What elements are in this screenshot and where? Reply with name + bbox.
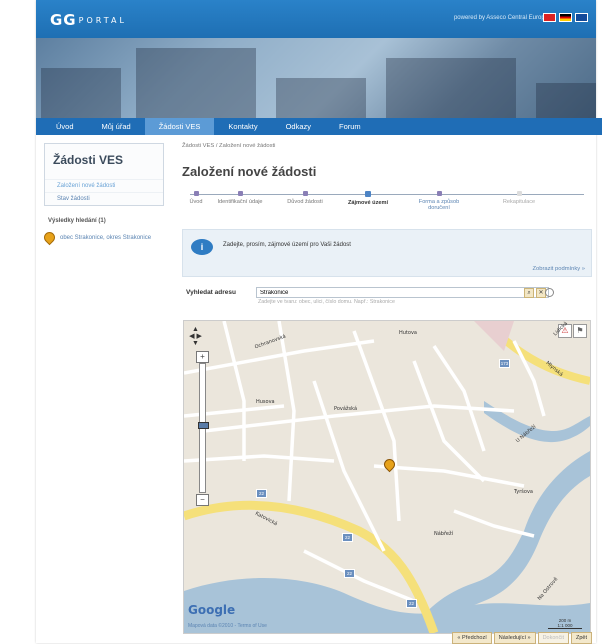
nav-kontakty[interactable]: Kontakty: [214, 118, 271, 135]
nav-uvod[interactable]: Úvod: [42, 118, 88, 135]
sidebar-item-request-status[interactable]: Stav žádosti: [45, 192, 163, 205]
header-banner: [36, 38, 596, 118]
step-forma-doruceni[interactable]: Forma a způsob doručení: [414, 191, 464, 211]
sidebar: Žádosti VES Založení nové žádosti Stav ž…: [41, 143, 164, 246]
address-search-input[interactable]: [256, 287, 549, 298]
logo-text: GG: [50, 11, 77, 29]
next-button[interactable]: Následující »: [493, 632, 536, 644]
google-logo[interactable]: Google: [188, 603, 235, 617]
address-search: Vyhledat adresu ⌕ ✕ Zadejte ve tvaru: ob…: [182, 287, 592, 317]
nav-muj-urad[interactable]: Můj úřad: [88, 118, 145, 135]
powered-by: powered by Asseco Central Europe: [453, 15, 548, 21]
logo-suffix: PORTAL: [78, 16, 127, 25]
search-results-title: Výsledky hledání (1): [48, 218, 106, 224]
nav-forum[interactable]: Forum: [325, 118, 375, 135]
step-uvod[interactable]: Úvod: [171, 191, 221, 205]
road-shield: 173: [499, 359, 510, 368]
page: GG PORTAL powered by Asseco Central Europ…: [36, 0, 602, 644]
pan-up-icon[interactable]: ▲: [187, 326, 204, 333]
zoom-slider-handle[interactable]: [198, 422, 209, 429]
main-nav: Úvod Můj úřad Žádosti VES Kontakty Odkaz…: [36, 118, 602, 135]
map-view[interactable]: ▲ ◀ ▶ ▼ + − ⚠ ⚑ Ochranovská Hutova Husov…: [183, 320, 591, 634]
map-canvas: [184, 321, 590, 633]
pan-down-icon[interactable]: ▼: [187, 340, 204, 347]
map-pan-control[interactable]: ▲ ◀ ▶ ▼: [187, 326, 204, 347]
street-label: Tyršova: [514, 489, 533, 495]
map-layer-icon[interactable]: ⚑: [573, 324, 587, 338]
street-label: Husova: [256, 399, 275, 405]
step-dot-icon: [302, 191, 308, 196]
nav-odkazy[interactable]: Odkazy: [272, 118, 325, 135]
map-copyright[interactable]: Mapová data ©2010 - Terms of Use: [188, 623, 267, 629]
portal-logo[interactable]: GG PORTAL: [50, 11, 127, 29]
wizard-steps: Úvod Identifikační údaje Důvod žádosti Z…: [182, 191, 592, 221]
street-label: Nábřeží: [434, 531, 454, 537]
map-pin-icon: [41, 229, 58, 246]
result-label: obec Strakonice, okres Strakonice: [60, 234, 152, 241]
road-shield: 22: [406, 599, 417, 608]
street-label: Povážská: [334, 406, 358, 412]
search-option-radio[interactable]: [545, 288, 554, 297]
road-shield: 22: [256, 489, 267, 498]
page-title: Založení nové žádosti: [182, 164, 317, 179]
step-rekapitulace: Rekapitulace: [494, 191, 544, 205]
breadcrumb[interactable]: Žádosti VES / Založení nové žádosti: [182, 143, 592, 149]
back-button[interactable]: Zpět: [570, 632, 592, 644]
info-icon: i: [191, 239, 213, 255]
step-zajmove-uzemi[interactable]: Zájmové území: [343, 191, 393, 206]
zoom-slider[interactable]: [198, 363, 209, 493]
top-bar: GG PORTAL powered by Asseco Central Europ…: [36, 0, 596, 38]
main-content: Žádosti VES / Založení nové žádosti Zalo…: [182, 143, 592, 317]
flag-uk-icon[interactable]: [575, 13, 588, 22]
pan-horizontal-icon[interactable]: ◀ ▶: [187, 333, 204, 340]
wizard-buttons: « Předchozí Následující » Dokončit Zpět: [452, 632, 592, 644]
language-flags: [543, 13, 588, 22]
zoom-out-button[interactable]: −: [196, 494, 209, 506]
road-shield: 22: [344, 569, 355, 578]
step-dot-icon: [193, 191, 199, 196]
search-result-item[interactable]: obec Strakonice, okres Strakonice: [41, 229, 164, 246]
search-icon[interactable]: ⌕: [524, 288, 534, 298]
finish-button: Dokončit: [537, 632, 569, 644]
map-scale: 200 m 1:1 000: [548, 618, 582, 629]
previous-button[interactable]: « Předchozí: [452, 632, 492, 644]
sidebar-box: Žádosti VES Založení nové žádosti Stav ž…: [44, 143, 164, 206]
flag-de-icon[interactable]: [559, 13, 572, 22]
nav-zadosti-ves[interactable]: Žádosti VES: [144, 118, 215, 135]
sidebar-title: Žádosti VES: [53, 153, 124, 167]
step-dot-icon: [237, 191, 243, 196]
zoom-in-button[interactable]: +: [196, 351, 209, 363]
step-dot-icon: [516, 191, 522, 196]
flag-icon[interactable]: [543, 13, 556, 22]
road-shield: 22: [342, 533, 353, 542]
info-message: Zadejte, prosím, zájmové území pro Vaši …: [223, 242, 351, 248]
street-label: Hutova: [399, 330, 417, 336]
search-hint: Zadejte ve tvaru: obec, ulici, číslo dom…: [258, 299, 395, 305]
step-dot-icon: [436, 191, 442, 196]
sidebar-item-new-request[interactable]: Založení nové žádosti: [45, 179, 163, 192]
step-identifikacni-udaje[interactable]: Identifikační údaje: [215, 191, 265, 205]
step-duvod-zadosti[interactable]: Důvod žádosti: [280, 191, 330, 205]
show-conditions-link[interactable]: Zobrazit podmínky »: [532, 266, 585, 272]
search-label: Vyhledat adresu: [186, 289, 236, 296]
info-box: i Zadejte, prosím, zájmové území pro Vaš…: [182, 229, 592, 277]
step-dot-icon: [365, 191, 371, 197]
